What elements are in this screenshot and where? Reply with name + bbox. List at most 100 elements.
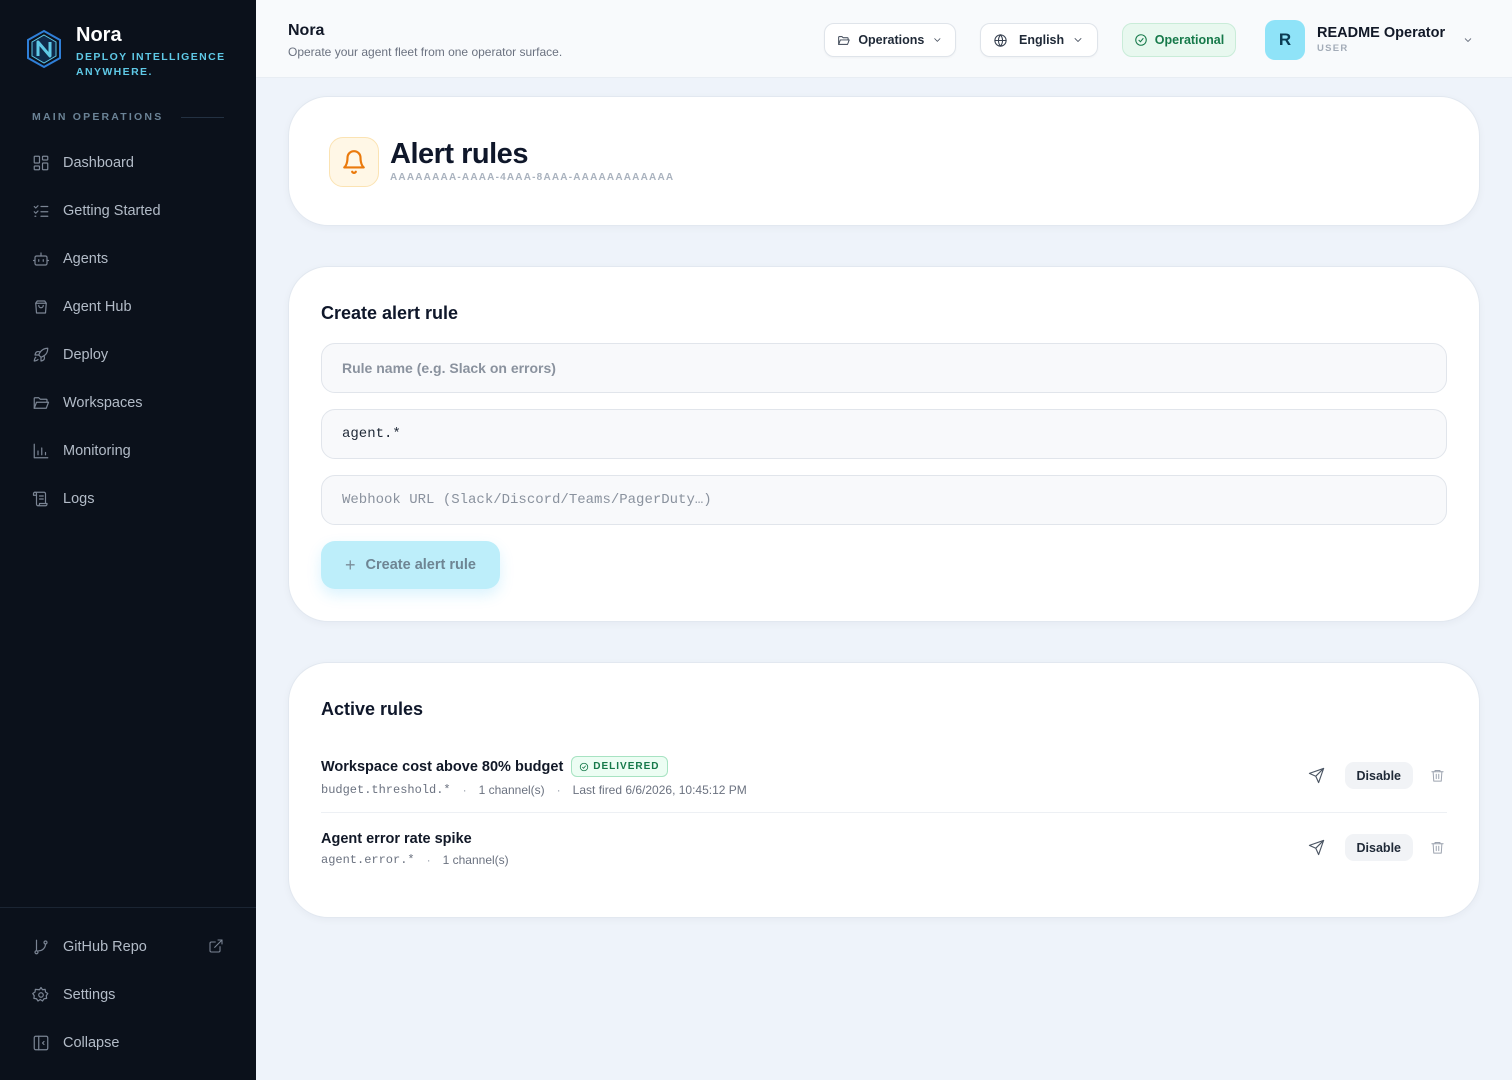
brand-name: Nora bbox=[76, 24, 122, 46]
chevron-down-icon[interactable] bbox=[1462, 34, 1474, 46]
sidebar: Nora DEPLOY INTELLIGENCE ANYWHERE. MAIN … bbox=[0, 0, 256, 1080]
send-test-button[interactable] bbox=[1305, 764, 1329, 788]
section-label: MAIN OPERATIONS bbox=[32, 111, 224, 123]
sidebar-item-label: Workspaces bbox=[63, 395, 143, 411]
sidebar-item-label: Collapse bbox=[63, 1035, 120, 1051]
sidebar-item-label: GitHub Repo bbox=[63, 939, 147, 955]
chevron-down-icon bbox=[934, 38, 941, 42]
rule-name: Agent error rate spike bbox=[321, 831, 472, 847]
trash-icon bbox=[1430, 842, 1444, 854]
sidebar-footer: GitHub Repo Settings Collapse bbox=[0, 907, 256, 1067]
delete-button[interactable] bbox=[1427, 766, 1447, 786]
section-divider bbox=[181, 116, 224, 118]
user-role: USER bbox=[1317, 43, 1349, 54]
sidebar-item-label: Getting Started bbox=[63, 203, 161, 219]
rule-actions: Disable bbox=[1305, 762, 1447, 789]
active-rules-card: Active rules Workspace cost above 80% bu… bbox=[288, 662, 1480, 918]
brand[interactable]: Nora DEPLOY INTELLIGENCE ANYWHERE. bbox=[24, 24, 226, 80]
sidebar-item-workspaces[interactable]: Workspaces bbox=[16, 379, 240, 427]
sidebar-item-logs[interactable]: Logs bbox=[16, 475, 240, 523]
sidebar-item-collapse[interactable]: Collapse bbox=[16, 1019, 240, 1067]
rule-name-input[interactable]: Rule name (e.g. Slack on errors) bbox=[321, 343, 1447, 393]
delivery-status-text: DELIVERED bbox=[593, 761, 660, 772]
send-icon bbox=[1308, 767, 1325, 784]
plus-icon: + bbox=[345, 554, 356, 575]
sidebar-item-agents[interactable]: Agents bbox=[16, 235, 240, 283]
rule-channels: 1 channel(s) bbox=[442, 853, 509, 867]
sidebar-item-label: Agent Hub bbox=[63, 299, 132, 315]
active-rules-heading: Active rules bbox=[321, 699, 424, 719]
sidebar-item-dashboard[interactable]: Dashboard bbox=[16, 139, 240, 187]
sidebar-item-monitoring[interactable]: Monitoring bbox=[16, 427, 240, 475]
rule-name: Workspace cost above 80% budget bbox=[321, 758, 564, 775]
rule-row: Agent error rate spike agent.error.* · 1… bbox=[321, 831, 1447, 867]
check-circle-icon bbox=[580, 762, 589, 771]
workspace-select[interactable]: Operations bbox=[824, 23, 956, 57]
folder-icon bbox=[838, 35, 850, 45]
user-name[interactable]: README Operator bbox=[1317, 25, 1445, 41]
sidebar-item-label: Deploy bbox=[63, 347, 109, 363]
gear-icon bbox=[32, 986, 49, 1002]
sidebar-item-settings[interactable]: Settings bbox=[16, 971, 240, 1019]
rule-pattern: budget.threshold.* bbox=[321, 783, 451, 797]
status-text: Operational bbox=[1154, 33, 1225, 47]
sidebar-item-label: Dashboard bbox=[63, 155, 134, 171]
shopping-bag-icon bbox=[35, 300, 47, 314]
sidebar-item-label: Agents bbox=[63, 251, 109, 267]
topbar: Nora Operate your agent fleet from one o… bbox=[256, 0, 1512, 78]
create-alert-card: Create alert rule Rule name (e.g. Slack … bbox=[288, 266, 1480, 622]
create-alert-button[interactable]: + Create alert rule bbox=[321, 541, 500, 589]
rule-actions: Disable bbox=[1305, 834, 1447, 861]
collapse-icon bbox=[33, 1035, 49, 1051]
topbar-title: Nora bbox=[288, 22, 325, 39]
trash-icon bbox=[1430, 770, 1444, 782]
external-link-icon bbox=[209, 939, 223, 953]
checklist-icon bbox=[33, 205, 49, 217]
dashboard-icon bbox=[33, 155, 49, 171]
workspace-select-value: Operations bbox=[858, 33, 925, 47]
scroll-icon bbox=[32, 491, 48, 507]
sidebar-item-deploy[interactable]: Deploy bbox=[16, 331, 240, 379]
topbar-subtitle: Operate your agent fleet from one operat… bbox=[288, 45, 563, 59]
create-alert-button-label: Create alert rule bbox=[365, 557, 476, 573]
send-test-button[interactable] bbox=[1305, 836, 1329, 860]
bell-icon bbox=[343, 150, 365, 174]
folder-icon bbox=[33, 397, 50, 409]
create-alert-heading: Create alert rule bbox=[321, 303, 459, 323]
rule-last-fired: Last fired 6/6/2026, 10:45:12 PM bbox=[572, 783, 747, 797]
status-badge: Operational bbox=[1122, 23, 1236, 57]
disable-button[interactable]: Disable bbox=[1344, 762, 1413, 789]
bot-icon bbox=[32, 252, 50, 266]
separator-dot: · bbox=[426, 853, 431, 867]
rule-pattern: agent.error.* bbox=[321, 853, 415, 867]
disable-button[interactable]: Disable bbox=[1344, 834, 1413, 861]
git-branch-icon bbox=[34, 939, 48, 955]
separator-dot: · bbox=[556, 783, 561, 797]
bell-icon-box bbox=[329, 137, 379, 187]
sidebar-item-github-repo[interactable]: GitHub Repo bbox=[16, 923, 240, 971]
rocket-icon bbox=[33, 347, 49, 362]
delivery-status-badge: DELIVERED bbox=[571, 756, 668, 777]
rule-divider bbox=[321, 812, 1447, 813]
webhook-url-input[interactable]: Webhook URL (Slack/Discord/Teams/PagerDu… bbox=[321, 475, 1447, 525]
event-pattern-input[interactable]: agent.* bbox=[321, 409, 1447, 459]
chevron-down-icon bbox=[1074, 38, 1082, 42]
avatar[interactable]: R bbox=[1265, 20, 1305, 60]
send-icon bbox=[1308, 839, 1325, 856]
section-label-text: MAIN OPERATIONS bbox=[32, 111, 164, 123]
sidebar-nav: Dashboard Getting Started Agents Agent H… bbox=[16, 139, 240, 523]
workspace-id: AAAAAAAA-AAAA-4AAA-8AAA-AAAAAAAAAAAA bbox=[390, 172, 675, 183]
globe-icon bbox=[994, 33, 1007, 47]
sidebar-item-label: Logs bbox=[63, 491, 95, 507]
check-circle-icon bbox=[1134, 34, 1147, 46]
delete-button[interactable] bbox=[1427, 838, 1447, 858]
rule-channels: 1 channel(s) bbox=[478, 783, 545, 797]
page-title: Alert rules bbox=[390, 138, 528, 170]
sidebar-item-label: Settings bbox=[63, 987, 116, 1003]
nora-logo-icon bbox=[27, 29, 61, 69]
language-select[interactable]: English bbox=[980, 23, 1098, 57]
sidebar-item-getting-started[interactable]: Getting Started bbox=[16, 187, 240, 235]
brand-tagline: DEPLOY INTELLIGENCE ANYWHERE. bbox=[76, 51, 226, 78]
rule-row: Workspace cost above 80% budget DELIVERE… bbox=[321, 756, 1447, 797]
sidebar-item-agent-hub[interactable]: Agent Hub bbox=[16, 283, 240, 331]
